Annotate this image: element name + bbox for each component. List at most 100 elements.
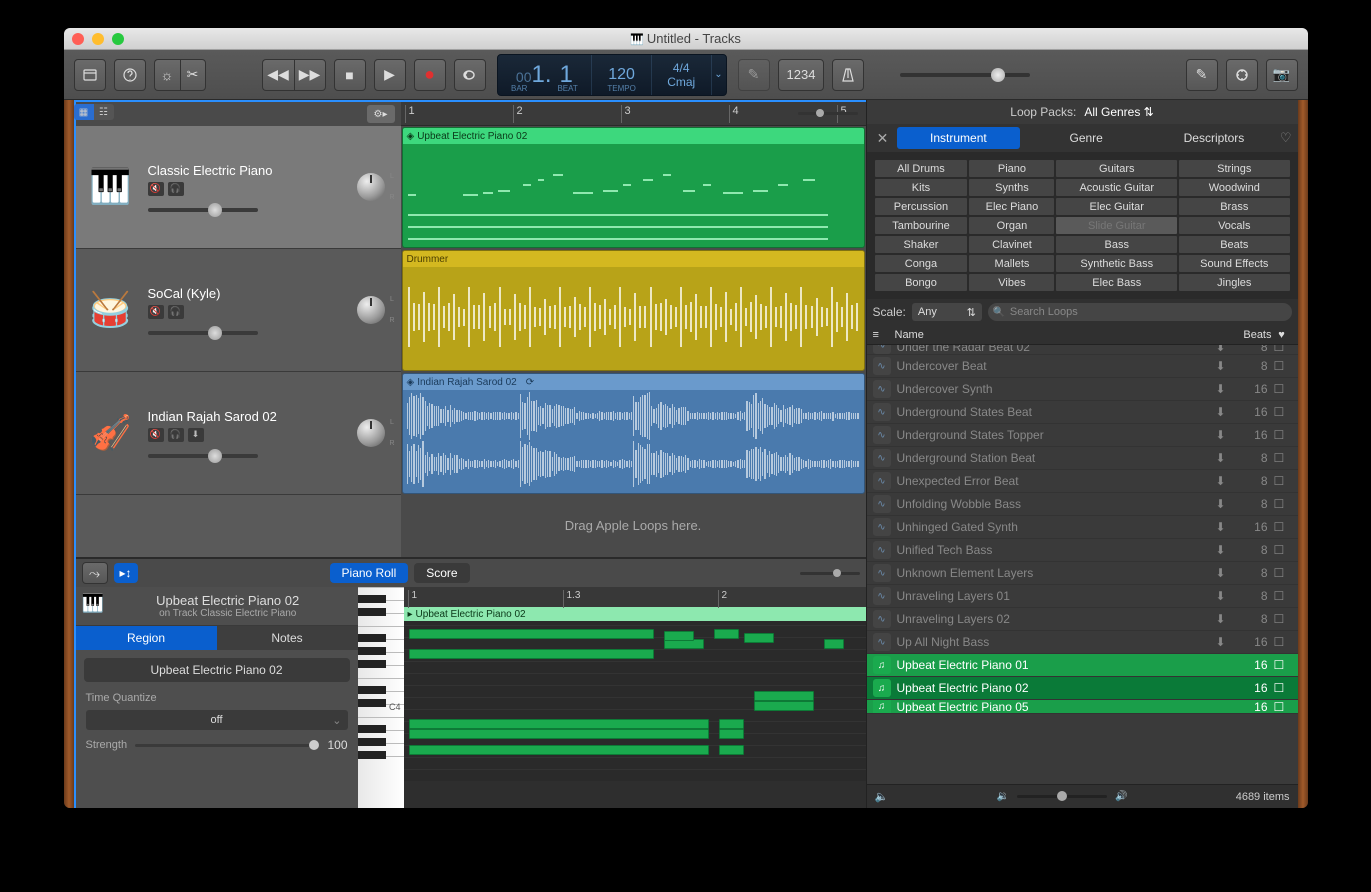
piano-keyboard[interactable]: C4	[358, 587, 404, 808]
pan-knob[interactable]	[357, 419, 385, 447]
region-piano[interactable]: ◈Upbeat Electric Piano 02	[402, 127, 865, 248]
notes-tab[interactable]: Notes	[217, 626, 358, 650]
track-header[interactable]: 🥁 SoCal (Kyle) 🔇 🎧 LR	[76, 249, 401, 372]
region-name-field[interactable]: Upbeat Electric Piano 02	[84, 658, 350, 682]
instrument-tab[interactable]: Instrument	[897, 127, 1021, 149]
instrument-filter-cell[interactable]: Kits	[875, 179, 968, 196]
loop-row[interactable]: ∿ Unfolding Wobble Bass ⬇ 8 ☐	[867, 493, 1298, 516]
input-button[interactable]: ⬇	[188, 428, 204, 442]
piano-roll-tab[interactable]: Piano Roll	[330, 563, 409, 583]
loop-row[interactable]: ∿ Under the Radar Beat 02 ⬇ 8 ☐	[867, 345, 1298, 355]
instrument-filter-cell[interactable]: All Drums	[875, 160, 968, 177]
instrument-filter-cell[interactable]: Tambourine	[875, 217, 968, 234]
download-icon[interactable]: ⬇	[1216, 474, 1232, 488]
editors-button[interactable]: ✂	[180, 59, 206, 91]
track-volume-slider[interactable]	[148, 331, 258, 335]
instrument-filter-cell[interactable]: Organ	[969, 217, 1054, 234]
headphone-button[interactable]: 🎧	[168, 305, 184, 319]
loop-list[interactable]: ∿ Under the Radar Beat 02 ⬇ 8 ☐∿ Underco…	[867, 345, 1298, 784]
loop-row[interactable]: ∿ Underground States Topper ⬇ 16 ☐	[867, 424, 1298, 447]
master-volume-slider[interactable]	[900, 73, 1030, 77]
quick-help-button[interactable]	[114, 59, 146, 91]
beats-column-header[interactable]: Beats	[1228, 329, 1272, 341]
instrument-filter-cell[interactable]: Slide Guitar	[1056, 217, 1177, 234]
genre-tab[interactable]: Genre	[1024, 127, 1148, 149]
instrument-filter-cell[interactable]: Shaker	[875, 236, 968, 253]
pan-knob[interactable]	[357, 173, 385, 201]
loop-filter-close-button[interactable]: ✕	[873, 130, 893, 147]
download-icon[interactable]: ⬇	[1216, 359, 1232, 373]
instrument-filter-cell[interactable]: Synthetic Bass	[1056, 255, 1177, 272]
loop-row[interactable]: ∿ Underground States Beat ⬇ 16 ☐	[867, 401, 1298, 424]
favorite-checkbox[interactable]: ☐	[1274, 382, 1292, 396]
loop-packs-select[interactable]: All Genres ⇅	[1084, 105, 1153, 119]
track-volume-slider[interactable]	[148, 208, 258, 212]
scale-select[interactable]: Any⇅	[912, 303, 982, 321]
instrument-filter-cell[interactable]: Bongo	[875, 274, 968, 291]
ruler[interactable]: 12345	[401, 102, 866, 126]
download-icon[interactable]: ⬇	[1216, 543, 1232, 557]
instrument-filter-cell[interactable]: Bass	[1056, 236, 1177, 253]
loop-row[interactable]: ∿ Unraveling Layers 02 ⬇ 8 ☐	[867, 608, 1298, 631]
descriptors-tab[interactable]: Descriptors	[1152, 127, 1276, 149]
timeline[interactable]: 12345 ◈Upbeat Electric Piano 02 Drummer …	[401, 102, 866, 557]
library-button[interactable]	[74, 59, 106, 91]
track-volume-slider[interactable]	[148, 454, 258, 458]
search-loops-input[interactable]: Search Loops	[988, 303, 1292, 321]
download-icon[interactable]: ⬇	[1216, 428, 1232, 442]
headphone-button[interactable]: 🎧	[168, 182, 184, 196]
loop-row[interactable]: ∿ Up All Night Bass ⬇ 16 ☐	[867, 631, 1298, 654]
loop-browser-button[interactable]	[1226, 59, 1258, 91]
editor-tool2-button[interactable]: ▸↕	[114, 563, 138, 583]
lcd-menu-icon[interactable]: ⌄	[712, 55, 726, 95]
mute-button[interactable]: 🔇	[148, 428, 164, 442]
headphone-button[interactable]: 🎧	[168, 428, 184, 442]
loop-row[interactable]: ♫ Upbeat Electric Piano 05 16 ☐	[867, 700, 1298, 714]
count-in-button[interactable]: 1234	[778, 59, 825, 91]
instrument-filter-cell[interactable]: Sound Effects	[1179, 255, 1289, 272]
instrument-filter-cell[interactable]: Brass	[1179, 198, 1289, 215]
loops-view-column-button[interactable]: ☷	[94, 104, 114, 120]
download-icon[interactable]: ⬇	[1216, 345, 1232, 354]
loop-row[interactable]: ∿ Underground Station Beat ⬇ 8 ☐	[867, 447, 1298, 470]
download-icon[interactable]: ⬇	[1216, 520, 1232, 534]
editor-tool1-button[interactable]: ⤳	[82, 562, 108, 584]
download-icon[interactable]: ⬇	[1216, 405, 1232, 419]
loop-row[interactable]: ∿ Unknown Element Layers ⬇ 8 ☐	[867, 562, 1298, 585]
lcd-display[interactable]: 001.1 BARBEAT 120TEMPO 4/4Cmaj ⌄	[497, 54, 727, 96]
tuner-button[interactable]: ✎	[738, 59, 770, 91]
track-header[interactable]: 🎻 Indian Rajah Sarod 02 🔇 🎧 ⬇ LR	[76, 372, 401, 495]
loop-row[interactable]: ∿ Unraveling Layers 01 ⬇ 8 ☐	[867, 585, 1298, 608]
play-button[interactable]: ▶	[374, 59, 406, 91]
preview-volume-icon[interactable]: 🔈	[875, 790, 889, 803]
region-drummer[interactable]: Drummer	[402, 250, 865, 371]
favorite-checkbox[interactable]: ☐	[1274, 405, 1292, 419]
favorite-checkbox[interactable]: ☐	[1274, 658, 1292, 672]
instrument-filter-cell[interactable]: Vibes	[969, 274, 1054, 291]
instrument-filter-cell[interactable]: Beats	[1179, 236, 1289, 253]
media-browser-button[interactable]: 📷	[1266, 59, 1298, 91]
loop-row[interactable]: ∿ Unhinged Gated Synth ⬇ 16 ☐	[867, 516, 1298, 539]
track-filter-button[interactable]: ⚙▸	[367, 105, 395, 123]
rewind-button[interactable]: ◀◀	[262, 59, 294, 91]
loop-row[interactable]: ♫ Upbeat Electric Piano 02 16 ☐	[867, 677, 1298, 700]
loops-view-grid-button[interactable]: ▦	[74, 104, 94, 120]
favorites-filter-button[interactable]: ♡	[1280, 130, 1292, 146]
instrument-filter-cell[interactable]: Strings	[1179, 160, 1289, 177]
instrument-filter-cell[interactable]: Conga	[875, 255, 968, 272]
download-icon[interactable]: ⬇	[1216, 635, 1232, 649]
instrument-filter-cell[interactable]: Woodwind	[1179, 179, 1289, 196]
download-icon[interactable]: ⬇	[1216, 451, 1232, 465]
notepad-button[interactable]: ✎	[1186, 59, 1218, 91]
editor-zoom-slider[interactable]	[800, 572, 860, 575]
instrument-filter-cell[interactable]: Elec Piano	[969, 198, 1054, 215]
instrument-filter-cell[interactable]: Mallets	[969, 255, 1054, 272]
pan-knob[interactable]	[357, 296, 385, 324]
favorite-checkbox[interactable]: ☐	[1274, 543, 1292, 557]
favorite-column-header[interactable]: ♥	[1272, 329, 1292, 341]
metronome-button[interactable]	[832, 59, 864, 91]
timeline-zoom-slider[interactable]	[798, 112, 858, 115]
favorite-checkbox[interactable]: ☐	[1274, 345, 1292, 354]
instrument-filter-cell[interactable]: Elec Guitar	[1056, 198, 1177, 215]
mute-button[interactable]: 🔇	[148, 182, 164, 196]
